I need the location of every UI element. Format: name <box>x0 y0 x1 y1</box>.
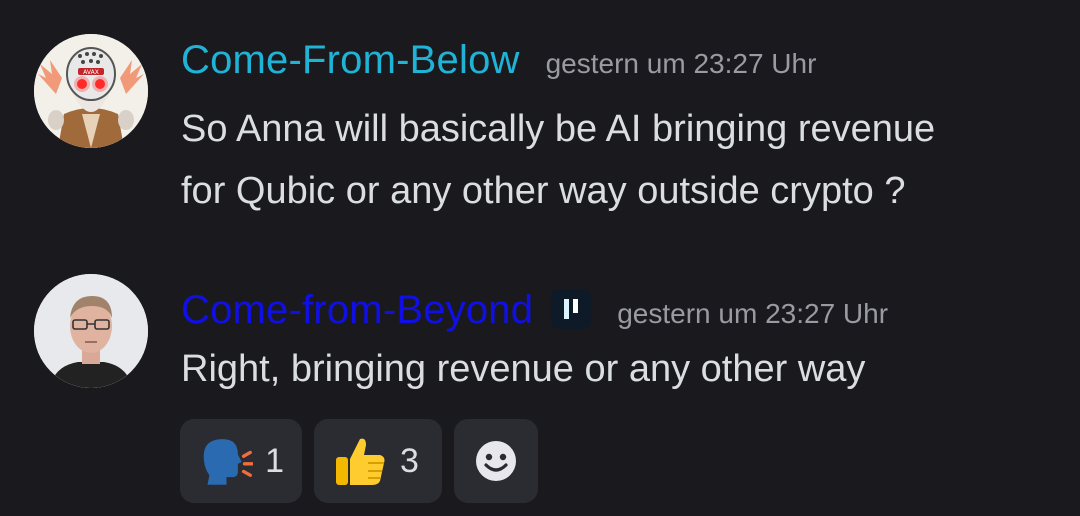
speaking-head-icon <box>203 439 254 485</box>
username[interactable]: Come-From-Below <box>181 38 520 83</box>
thumbs-up-icon <box>336 438 385 485</box>
reaction-count: 1 <box>265 441 284 480</box>
person-photo-avatar-icon <box>34 274 148 388</box>
svg-text:AVAX: AVAX <box>83 69 99 76</box>
reaction-speaking-head[interactable]: 1 <box>180 419 302 503</box>
avatar[interactable] <box>34 274 148 388</box>
add-reaction-button[interactable] <box>454 419 538 503</box>
message-line: Right, bringing revenue or any other way <box>181 348 866 390</box>
reaction-count: 3 <box>400 441 419 480</box>
timestamp[interactable]: gestern um 23:27 Uhr <box>546 48 817 80</box>
avax-robot-avatar-icon: AVAX <box>34 34 148 148</box>
message-text: Right, bringing revenue or any other way <box>181 338 865 400</box>
avatar[interactable]: AVAX <box>34 34 148 148</box>
username[interactable]: Come-from-Beyond <box>181 288 533 333</box>
pause-badge-icon <box>551 288 592 329</box>
smiley-add-reaction-icon <box>476 441 516 481</box>
reactions-bar: 1 3 <box>180 419 538 503</box>
timestamp[interactable]: gestern um 23:27 Uhr <box>617 298 888 330</box>
message-line: So Anna will basically be AI bringing re… <box>181 108 936 150</box>
message-header: Come-From-Below gestern um 23:27 Uhr <box>181 38 816 83</box>
reaction-thumbs-up[interactable]: 3 <box>314 419 442 503</box>
message-text: So Anna will basically be AI bringing re… <box>181 98 935 222</box>
message-header: Come-from-Beyond gestern um 23:27 Uhr <box>181 288 888 333</box>
message-line: for Qubic or any other way outside crypt… <box>181 170 906 212</box>
